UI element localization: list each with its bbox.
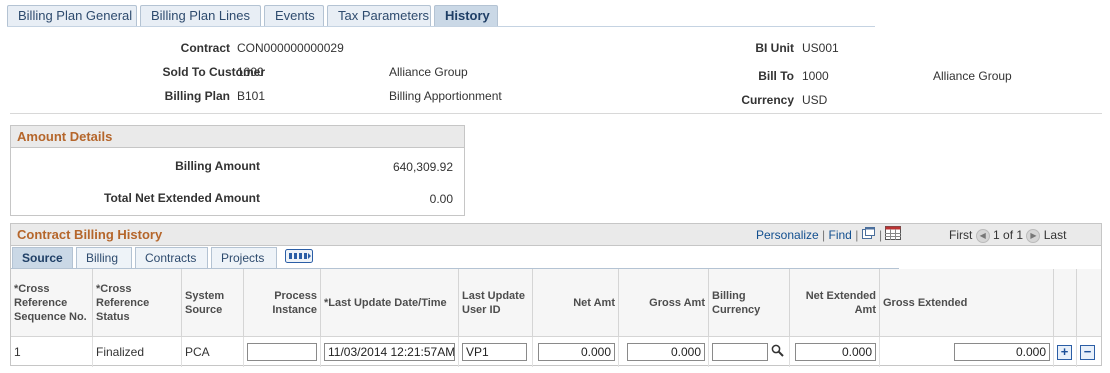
- bi-unit-value: US001: [802, 41, 839, 55]
- col-header-process-instance: Process Instance: [244, 269, 321, 337]
- tab-events[interactable]: Events: [264, 5, 324, 27]
- subtab-source[interactable]: Source: [12, 247, 73, 268]
- tab-divider: [7, 26, 875, 27]
- subtab-contracts[interactable]: Contracts: [135, 247, 208, 268]
- contract-value: CON000000000029: [237, 41, 344, 55]
- cell-last-update: 11/03/2014 12:21:57AM: [321, 337, 459, 367]
- first-arrow-icon[interactable]: ◀: [975, 228, 990, 243]
- cell-net-extended: 0.000: [790, 337, 880, 367]
- cell-net-amt: 0.000: [533, 337, 619, 367]
- cell-gross-extended: 0.000: [880, 337, 1054, 367]
- col-header-billing-currency: Billing Currency: [709, 269, 790, 337]
- last-arrow-icon[interactable]: ▶: [1026, 228, 1041, 243]
- tab-tax-parameters[interactable]: Tax Parameters: [327, 5, 431, 27]
- show-all-columns-icon[interactable]: [285, 249, 313, 266]
- contract-billing-history-box: Contract Billing History Personalize | F…: [10, 223, 1102, 367]
- sold-to-customer-value: 1000: [237, 65, 264, 79]
- contract-label: Contract: [180, 41, 230, 55]
- grid-toolbar: Personalize | Find | |: [756, 224, 902, 247]
- contract-billing-history-header: Contract Billing History Personalize | F…: [11, 224, 1101, 246]
- gross-extended-input[interactable]: 0.000: [954, 343, 1050, 361]
- cell-seq: 1: [11, 337, 93, 367]
- personalize-link[interactable]: Personalize: [756, 228, 819, 242]
- sold-to-customer-label: Sold To Customer: [162, 65, 265, 79]
- first-link[interactable]: First: [949, 228, 972, 242]
- grid-header-row: *Cross Reference Sequence No. *Cross Ref…: [11, 269, 1101, 337]
- billing-amount-value: 640,309.92: [392, 160, 453, 174]
- spreadsheet-icon[interactable]: [885, 225, 902, 247]
- header-divider: [10, 113, 1102, 114]
- col-header-last-update-datetime: *Last Update Date/Time: [321, 269, 459, 337]
- tab-history[interactable]: History: [434, 5, 498, 27]
- delete-row-icon[interactable]: −: [1080, 344, 1095, 360]
- subtab-billing[interactable]: Billing: [76, 247, 132, 268]
- cell-process-instance: [244, 337, 321, 367]
- currency-value: USD: [802, 93, 828, 107]
- add-row-icon[interactable]: +: [1057, 344, 1072, 360]
- cell-status: Finalized: [93, 337, 182, 367]
- billing-currency-input[interactable]: [712, 343, 768, 361]
- billing-plan-description: Billing Apportionment: [389, 89, 502, 103]
- gross-amt-input[interactable]: 0.000: [627, 343, 705, 361]
- billing-amount-label: Billing Amount: [175, 159, 260, 173]
- col-header-add: [1054, 269, 1077, 337]
- bill-to-name: Alliance Group: [933, 69, 1012, 83]
- process-instance-input[interactable]: [247, 343, 317, 361]
- col-header-system-source: System Source: [182, 269, 244, 337]
- cell-user-id: VP1: [459, 337, 533, 367]
- page-info: 1 of 1: [993, 228, 1024, 242]
- history-subtabs: Source Billing Contracts Projects: [11, 247, 899, 268]
- col-header-cross-ref-seq: *Cross Reference Sequence No.: [11, 269, 93, 337]
- bill-to-label: Bill To: [758, 69, 794, 83]
- billing-plan-label: Billing Plan: [164, 89, 230, 103]
- lookup-icon[interactable]: [771, 344, 784, 360]
- cell-gross-amt: 0.000: [619, 337, 709, 367]
- tab-billing-plan-lines[interactable]: Billing Plan Lines: [140, 5, 261, 27]
- col-header-net-amt: Net Amt: [533, 269, 619, 337]
- tab-billing-plan-general[interactable]: Billing Plan General: [7, 5, 137, 27]
- net-extended-input[interactable]: 0.000: [795, 343, 876, 361]
- bill-to-value: 1000: [802, 69, 829, 83]
- billing-plan-value: B101: [237, 89, 266, 103]
- cell-delete: −: [1077, 337, 1101, 367]
- net-amt-input[interactable]: 0.000: [538, 343, 615, 361]
- amount-details-box: Amount Details Billing Amount 640,309.92…: [10, 125, 465, 216]
- col-header-gross-amt: Gross Amt: [619, 269, 709, 337]
- last-update-input[interactable]: 11/03/2014 12:21:57AM: [324, 343, 455, 361]
- col-header-gross-extended: Gross Extended: [880, 269, 1054, 337]
- col-header-delete: [1077, 269, 1101, 337]
- bi-unit-label: BI Unit: [755, 41, 794, 55]
- last-link[interactable]: Last: [1044, 228, 1067, 242]
- total-net-extended-amount-value: 0.00: [429, 192, 453, 206]
- new-window-icon[interactable]: [861, 225, 876, 247]
- currency-label: Currency: [741, 93, 794, 107]
- cell-system-source: PCA: [182, 337, 244, 367]
- contract-billing-history-title: Contract Billing History: [17, 227, 163, 242]
- find-link[interactable]: Find: [829, 228, 852, 242]
- amount-details-title: Amount Details: [11, 126, 464, 148]
- sold-to-customer-name: Alliance Group: [389, 65, 468, 79]
- user-id-input[interactable]: VP1: [462, 343, 527, 361]
- col-header-net-extended-amt: Net Extended Amt: [790, 269, 880, 337]
- cell-add: +: [1054, 337, 1077, 367]
- table-row: 1 Finalized PCA 11/03/2014 12:21:57AM VP…: [11, 337, 1101, 367]
- total-net-extended-amount-label: Total Net Extended Amount: [104, 191, 260, 205]
- col-header-last-update-user: Last Update User ID: [459, 269, 533, 337]
- subtab-projects[interactable]: Projects: [211, 247, 277, 268]
- cell-billing-currency: [709, 337, 790, 367]
- pagination: First ◀ 1 of 1 ▶ Last: [949, 224, 1066, 246]
- col-header-cross-ref-status: *Cross Reference Status: [93, 269, 182, 337]
